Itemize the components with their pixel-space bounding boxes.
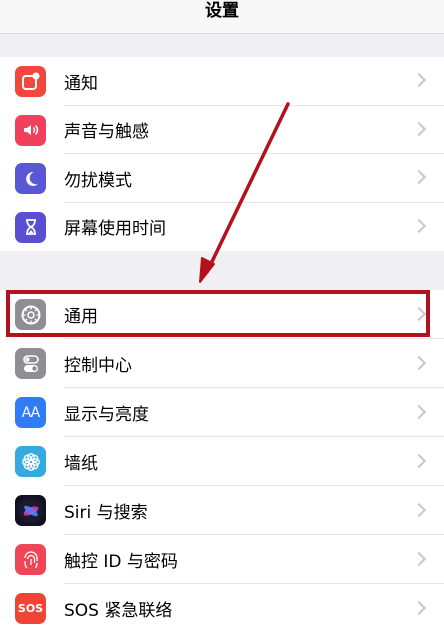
settings-item-label: SOS 紧急联络 — [64, 601, 173, 621]
chevron-right-icon — [411, 600, 427, 615]
settings-item-label: 墙纸 — [64, 454, 98, 474]
fingerprint-icon — [15, 544, 46, 575]
chevron-right-icon — [411, 170, 427, 185]
settings-item-do-not-disturb[interactable]: 勿扰模式 — [0, 154, 444, 203]
sos-icon: SOS — [15, 593, 46, 624]
settings-item-emergency-sos[interactable]: SOS SOS 紧急联络 — [0, 584, 444, 633]
notification-icon — [15, 66, 46, 97]
settings-item-siri-search[interactable]: Siri 与搜索 — [0, 486, 444, 535]
chevron-right-icon — [411, 73, 427, 88]
siri-icon — [15, 495, 46, 526]
settings-item-display-brightness[interactable]: AA 显示与亮度 — [0, 388, 444, 437]
settings-item-label: 勿扰模式 — [64, 170, 132, 191]
settings-item-label: 声音与触感 — [64, 122, 149, 143]
settings-item-label: 显示与亮度 — [64, 405, 149, 425]
chevron-right-icon — [411, 218, 427, 233]
settings-item-sounds[interactable]: 声音与触感 — [0, 106, 444, 154]
text-size-icon: AA — [15, 397, 46, 428]
settings-group-1: 通知 声音与触感 勿扰模式 屏幕使用时间 — [0, 57, 444, 251]
settings-item-label: 通知 — [64, 73, 98, 94]
moon-icon — [15, 163, 46, 194]
page-title: 设置 — [205, 1, 239, 21]
speaker-icon — [15, 114, 46, 146]
hourglass-icon — [15, 211, 46, 243]
chevron-right-icon — [411, 355, 427, 370]
settings-item-label: 屏幕使用时间 — [64, 219, 166, 240]
settings-item-notifications[interactable]: 通知 — [0, 57, 444, 106]
settings-item-label: 控制中心 — [64, 356, 132, 376]
settings-item-wallpaper[interactable]: 墙纸 — [0, 437, 444, 486]
chevron-right-icon — [411, 502, 427, 517]
navigation-bar: 设置 — [0, 0, 444, 34]
settings-item-screen-time[interactable]: 屏幕使用时间 — [0, 203, 444, 252]
settings-item-label: 触控 ID 与密码 — [64, 552, 178, 572]
chevron-right-icon — [411, 121, 427, 136]
settings-item-touch-id-passcode[interactable]: 触控 ID 与密码 — [0, 535, 444, 584]
toggle-icon — [15, 348, 46, 379]
chevron-right-icon — [411, 453, 427, 468]
chevron-right-icon — [411, 404, 427, 419]
settings-group-2: 通用 控制中心 AA 显示与亮度 墙纸 Siri 与搜索 触控 ID 与密码 S… — [0, 290, 444, 639]
settings-item-label: Siri 与搜索 — [64, 503, 148, 523]
flower-icon — [15, 446, 46, 477]
settings-item-control-center[interactable]: 控制中心 — [0, 339, 444, 388]
chevron-right-icon — [411, 551, 427, 566]
highlight-box — [6, 290, 430, 337]
